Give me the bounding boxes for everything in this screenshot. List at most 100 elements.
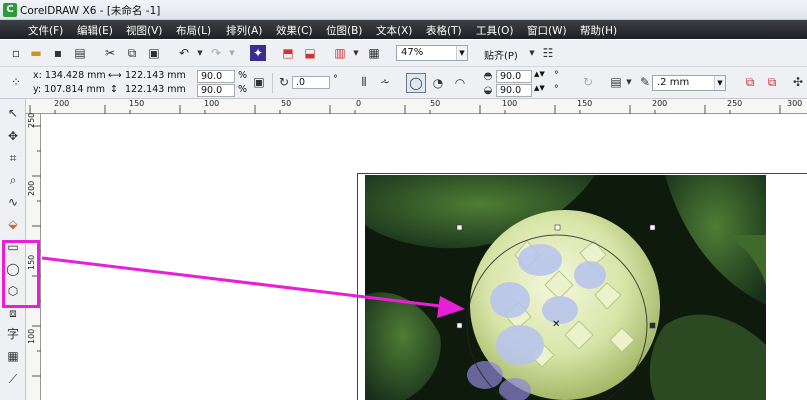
menu-table[interactable]: 表格(T) xyxy=(426,23,462,38)
undo-dropdown-icon[interactable]: ▼ xyxy=(192,45,208,61)
shape-tool-icon[interactable]: ✥ xyxy=(3,126,23,146)
ruler-label: 100 xyxy=(27,328,36,344)
ruler-label: 100 xyxy=(502,99,518,108)
ruler-label: 200 xyxy=(652,99,668,108)
start-degree-label: ° xyxy=(554,70,559,81)
y-position-field[interactable]: y: 107.814 mm xyxy=(30,84,105,97)
end-angle-field[interactable]: 90.0 xyxy=(496,84,532,97)
annotation-highlight-box xyxy=(2,240,40,308)
dimension-tool-icon[interactable]: ⟋ xyxy=(3,369,23,389)
mirror-horizontal-icon[interactable]: ⫴ xyxy=(356,74,372,90)
copy-icon[interactable]: ⧉ xyxy=(124,45,140,61)
to-front-icon[interactable]: ⧉ xyxy=(742,74,758,90)
ruler-label: 100 xyxy=(204,99,220,108)
ruler-label: 300 xyxy=(787,99,803,108)
horizontal-ruler: 200 150 100 50 0 50 100 150 200 250 300 xyxy=(26,99,807,114)
ruler-label: 200 xyxy=(54,99,70,108)
chevron-down-icon: ▼ xyxy=(714,76,725,90)
title-bar: C CorelDRAW X6 - [未命名 -1] xyxy=(0,0,807,20)
ruler-label: 250 xyxy=(27,112,36,128)
snap-dropdown-icon[interactable]: ▼ xyxy=(524,45,540,61)
import-icon[interactable]: ⬒ xyxy=(280,45,296,61)
width-field[interactable]: 122.143 mm xyxy=(122,70,186,83)
print-icon[interactable]: ▤ xyxy=(72,45,88,61)
outline-width-value: .2 mm xyxy=(657,77,690,88)
menu-edit[interactable]: 编辑(E) xyxy=(77,23,113,38)
menu-bitmaps[interactable]: 位图(B) xyxy=(326,23,362,38)
lock-ratio-icon[interactable]: ▣ xyxy=(251,74,267,90)
ruler-label: 0 xyxy=(356,99,362,108)
wrap-text-dropdown-icon[interactable]: ▼ xyxy=(621,74,637,90)
change-direction-icon[interactable]: ↻ xyxy=(580,74,596,90)
pick-tool-icon[interactable]: ↖ xyxy=(3,103,23,123)
hydrangea-photo[interactable]: ✕ xyxy=(365,175,766,400)
outline-width-dropdown[interactable]: .2 mm ▼ xyxy=(652,75,726,91)
menu-tools[interactable]: 工具(O) xyxy=(476,23,513,38)
options-icon[interactable]: ☷ xyxy=(540,45,556,61)
undo-icon[interactable]: ↶ xyxy=(176,45,192,61)
ruler-label: 150 xyxy=(577,99,593,108)
menu-effects[interactable]: 效果(C) xyxy=(276,23,313,38)
search-content-icon[interactable]: ✦ xyxy=(250,45,266,61)
welcome-screen-icon[interactable]: ▦ xyxy=(366,45,382,61)
ruler-label: 50 xyxy=(281,99,292,108)
menu-bar: 文件(F) 编辑(E) 视图(V) 布局(L) 排列(A) 效果(C) 位图(B… xyxy=(0,20,807,39)
start-angle-spinner-icon[interactable]: ▲▼ xyxy=(534,70,545,78)
open-icon[interactable]: ▬ xyxy=(28,45,44,61)
separator xyxy=(272,73,273,93)
ellipse-mode-icon[interactable]: ◯ xyxy=(406,73,426,93)
ruler-label: 50 xyxy=(430,99,441,108)
end-degree-label: ° xyxy=(554,84,559,95)
x-position-field[interactable]: x: 134.428 mm xyxy=(30,70,106,83)
percent-x-label: % xyxy=(238,70,248,81)
menu-help[interactable]: 帮助(H) xyxy=(580,23,617,38)
menu-layout[interactable]: 布局(L) xyxy=(176,23,211,38)
crop-tool-icon[interactable]: ⌗ xyxy=(3,148,23,168)
rotate-icon: ↻ xyxy=(278,75,290,89)
standard-toolbar: ▫ ▬ ▪ ▤ ✂ ⧉ ▣ ↶ ▼ ↷ ▼ ✦ ⬒ ⬓ ▥ ▼ ▦ 47% ▼ … xyxy=(0,40,807,67)
zoom-level-value: 47% xyxy=(401,47,424,58)
redo-dropdown-icon[interactable]: ▼ xyxy=(224,45,240,61)
save-icon[interactable]: ▪ xyxy=(50,45,66,61)
scale-x-field[interactable]: 90.0 xyxy=(197,70,235,83)
menu-text[interactable]: 文本(X) xyxy=(376,23,412,38)
property-bar: ⁘ x: 134.428 mm y: 107.814 mm ⟷ ↕ 122.14… xyxy=(0,67,807,99)
table-tool-icon[interactable]: ▦ xyxy=(3,346,23,366)
corel-logo-icon: C xyxy=(3,3,17,17)
cut-icon[interactable]: ✂ xyxy=(102,45,118,61)
menu-window[interactable]: 窗口(W) xyxy=(527,23,567,38)
outline-pen-icon: ✎ xyxy=(639,75,651,89)
ruler-label: 250 xyxy=(727,99,743,108)
rotation-angle-field[interactable]: .0 xyxy=(292,76,330,89)
width-icon: ⟷ xyxy=(108,70,122,81)
convert-to-curves-icon[interactable]: ✣ xyxy=(790,74,806,90)
pie-mode-icon[interactable]: ◔ xyxy=(430,75,446,91)
paste-icon[interactable]: ▣ xyxy=(146,45,162,61)
chevron-down-icon: ▼ xyxy=(456,46,467,60)
menu-file[interactable]: 文件(F) xyxy=(28,23,63,38)
end-angle-icon: ◒ xyxy=(483,85,493,96)
zoom-level-dropdown[interactable]: 47% ▼ xyxy=(396,45,468,61)
text-tool-icon[interactable]: 字 xyxy=(3,324,23,344)
to-back-icon[interactable]: ⧉ xyxy=(764,74,780,90)
mirror-vertical-icon[interactable]: ⩪ xyxy=(377,74,393,90)
object-origin-icon[interactable]: ⁘ xyxy=(8,74,24,90)
end-angle-spinner-icon[interactable]: ▲▼ xyxy=(534,84,545,92)
arc-mode-icon[interactable]: ◠ xyxy=(452,75,468,91)
freehand-tool-icon[interactable]: ∿ xyxy=(3,192,23,212)
menu-arrange[interactable]: 排列(A) xyxy=(226,23,262,38)
svg-text:✕: ✕ xyxy=(552,319,560,330)
publish-pdf-icon[interactable]: ▥ xyxy=(332,45,348,61)
height-field[interactable]: 122.143 mm xyxy=(122,84,186,97)
export-icon[interactable]: ⬓ xyxy=(302,45,318,61)
snap-to-label[interactable]: 贴齐(P) xyxy=(484,47,518,62)
new-icon[interactable]: ▫ xyxy=(8,45,24,61)
height-icon: ↕ xyxy=(110,84,118,95)
menu-view[interactable]: 视图(V) xyxy=(126,23,162,38)
application-launcher-icon[interactable]: ▼ xyxy=(348,45,364,61)
scale-y-field[interactable]: 90.0 xyxy=(197,84,235,97)
zoom-tool-icon[interactable]: ⌕ xyxy=(3,170,23,190)
smart-fill-tool-icon[interactable]: ⬙ xyxy=(3,214,23,234)
start-angle-field[interactable]: 90.0 xyxy=(496,70,532,83)
redo-icon[interactable]: ↷ xyxy=(208,45,224,61)
